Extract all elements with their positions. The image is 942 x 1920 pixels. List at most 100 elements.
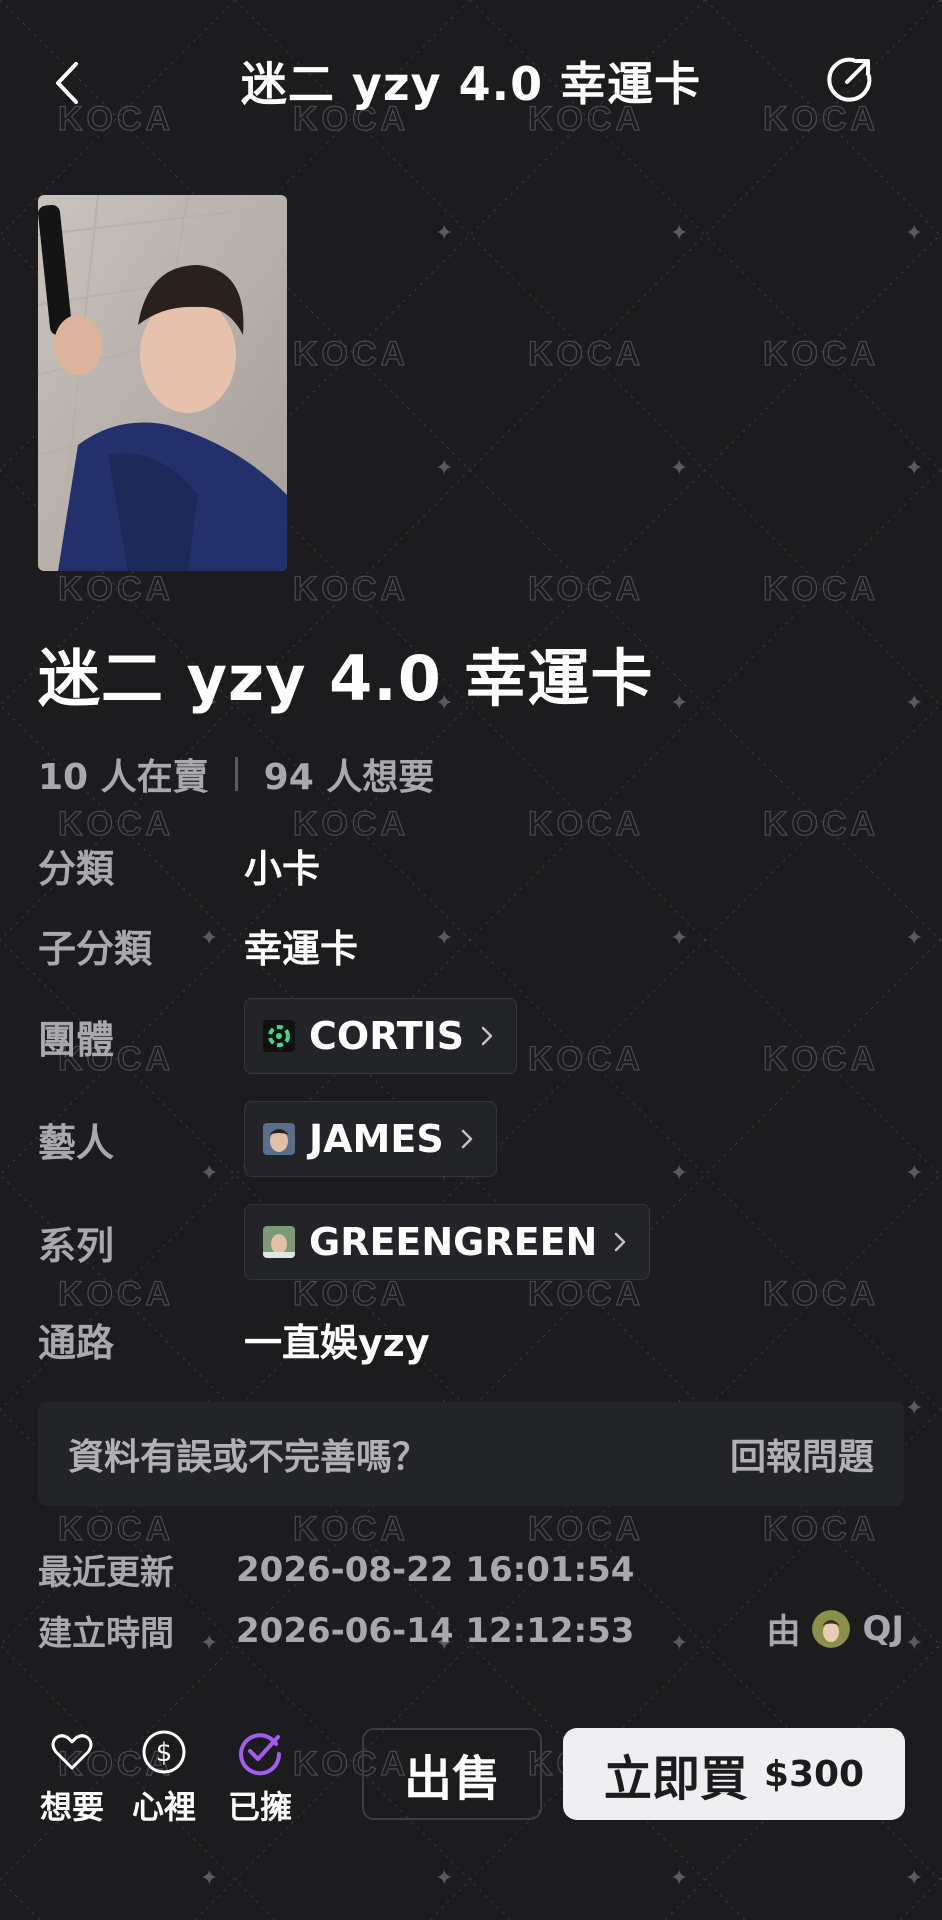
buy-price: $300 <box>763 1753 865 1795</box>
watermark-sparkle: ✦ <box>670 1866 688 1891</box>
artist-chip[interactable]: JAMES <box>244 1101 497 1177</box>
watermark-sparkle: ✦ <box>905 1396 923 1421</box>
watermark-sparkle: ✦ <box>905 1161 923 1186</box>
product-photo[interactable] <box>38 195 287 571</box>
product-title: 迷二 yzy 4.0 幸運卡 <box>38 642 654 715</box>
artist-value: JAMES <box>309 1117 444 1161</box>
by-label: 由 <box>766 1612 801 1652</box>
watermark-sparkle: ✦ <box>670 691 688 716</box>
buy-now-button[interactable]: 立即買 $300 <box>563 1728 905 1820</box>
channel-label: 通路 <box>38 1321 115 1365</box>
watermark-sparkle: ✦ <box>905 691 923 716</box>
series-label: 系列 <box>38 1223 115 1268</box>
stats: 10 人在賣 94 人想要 <box>38 748 434 800</box>
subcategory-value: 幸運卡 <box>244 927 359 971</box>
series-value: GREENGREEN <box>309 1220 598 1264</box>
group-row: 團體 CORTIS <box>38 998 518 1074</box>
watermark-sparkle: ✦ <box>670 221 688 246</box>
channel-row: 通路 一直娛yzy <box>38 1312 430 1367</box>
heart-icon <box>51 1734 93 1770</box>
series-thumbnail <box>263 1226 295 1258</box>
wanting-count: 94 人想要 <box>263 757 435 798</box>
watermark-logo: KOCA <box>763 1040 879 1078</box>
creator-avatar <box>812 1609 851 1648</box>
own-action[interactable]: 已擁 <box>228 1728 292 1828</box>
stats-divider <box>234 757 238 791</box>
sell-button[interactable]: 出售 <box>362 1728 542 1820</box>
watermark-sparkle: ✦ <box>200 1866 218 1891</box>
report-link[interactable]: 回報問題 <box>730 1428 874 1480</box>
updated-value: 2026-08-22 16:01:54 <box>236 1549 635 1590</box>
watermark-sparkle: ✦ <box>670 926 688 951</box>
watermark-logo: KOCA <box>528 1275 644 1313</box>
group-logo-icon <box>263 1020 295 1052</box>
watermark-logo: KOCA <box>293 1510 409 1548</box>
created-value: 2026-06-14 12:12:53 <box>236 1610 635 1651</box>
category-value: 小卡 <box>244 847 321 891</box>
watermark-logo: KOCA <box>528 1040 644 1078</box>
watermark-logo: KOCA <box>763 1275 879 1313</box>
heart-label: 心裡 <box>132 1788 197 1826</box>
group-label: 團體 <box>38 1017 115 1062</box>
dollar-circle-icon: $ <box>142 1730 186 1774</box>
channel-value: 一直娛yzy <box>244 1321 430 1365</box>
heart-action[interactable]: $ 心裡 <box>132 1728 196 1828</box>
header: 迷二 yzy 4.0 幸運卡 <box>0 0 942 165</box>
watermark-logo: KOCA <box>763 1510 879 1548</box>
created-label: 建立時間 <box>38 1614 174 1654</box>
want-label: 想要 <box>40 1788 105 1826</box>
watermark-logo: KOCA <box>763 335 879 373</box>
watermark-logo: KOCA <box>528 335 644 373</box>
buy-label: 立即買 <box>603 1751 748 1807</box>
watermark-sparkle: ✦ <box>435 221 453 246</box>
chevron-right-icon <box>481 1026 493 1046</box>
check-circle-icon <box>239 1733 282 1776</box>
updated-row: 最近更新 2026-08-22 16:01:54 <box>38 1545 634 1594</box>
watermark-logo: KOCA <box>293 1275 409 1313</box>
watermark-logo: KOCA <box>528 805 644 843</box>
watermark-sparkle: ✦ <box>905 1631 923 1656</box>
want-action[interactable]: 想要 <box>40 1728 104 1828</box>
creator-name: QJ <box>862 1608 904 1649</box>
watermark-logo: KOCA <box>293 570 409 608</box>
watermark-sparkle: ✦ <box>435 456 453 481</box>
watermark-sparkle: ✦ <box>905 926 923 951</box>
watermark-logo: KOCA <box>58 1510 174 1548</box>
subcategory-row: 子分類 幸運卡 <box>38 918 358 973</box>
chevron-right-icon <box>615 1232 626 1252</box>
watermark-sparkle: ✦ <box>670 456 688 481</box>
category-row: 分類 小卡 <box>38 838 320 893</box>
watermark-sparkle: ✦ <box>670 1631 688 1656</box>
artist-row: 藝人 JAMES <box>38 1101 497 1177</box>
watermark-sparkle: ✦ <box>905 221 923 246</box>
watermark-sparkle: ✦ <box>670 1161 688 1186</box>
svg-text:$: $ <box>156 1738 173 1768</box>
category-label: 分類 <box>38 847 115 891</box>
group-chip[interactable]: CORTIS <box>244 998 518 1074</box>
selling-count: 10 人在賣 <box>38 757 209 798</box>
watermark-sparkle: ✦ <box>435 1866 453 1891</box>
watermark-logo: KOCA <box>293 335 409 373</box>
watermark-logo: KOCA <box>58 1275 174 1313</box>
watermark-sparkle: ✦ <box>905 456 923 481</box>
own-label: 已擁 <box>228 1788 293 1826</box>
share-icon[interactable] <box>823 54 875 106</box>
created-row: 建立時間 2026-06-14 12:12:53 <box>38 1606 634 1655</box>
report-question: 資料有誤或不完善嗎？ <box>68 1437 429 1478</box>
updated-label: 最近更新 <box>38 1553 174 1593</box>
watermark-logo: KOCA <box>763 805 879 843</box>
chevron-right-icon <box>461 1129 472 1149</box>
subcategory-label: 子分類 <box>38 927 153 971</box>
artist-label: 藝人 <box>38 1120 115 1165</box>
artist-avatar <box>263 1123 295 1155</box>
series-chip[interactable]: GREENGREEN <box>244 1204 651 1280</box>
group-value: CORTIS <box>309 1014 465 1058</box>
page-title: 迷二 yzy 4.0 幸運卡 <box>240 57 702 111</box>
report-banner: 資料有誤或不完善嗎？ 回報問題 <box>38 1402 904 1506</box>
watermark-logo: KOCA <box>528 1510 644 1548</box>
watermark-sparkle: ✦ <box>905 1866 923 1891</box>
series-row: 系列 GREENGREEN <box>38 1204 651 1280</box>
watermark-logo: KOCA <box>58 570 174 608</box>
creator[interactable]: 由 QJ <box>766 1604 904 1653</box>
watermark-logo: KOCA <box>763 570 879 608</box>
